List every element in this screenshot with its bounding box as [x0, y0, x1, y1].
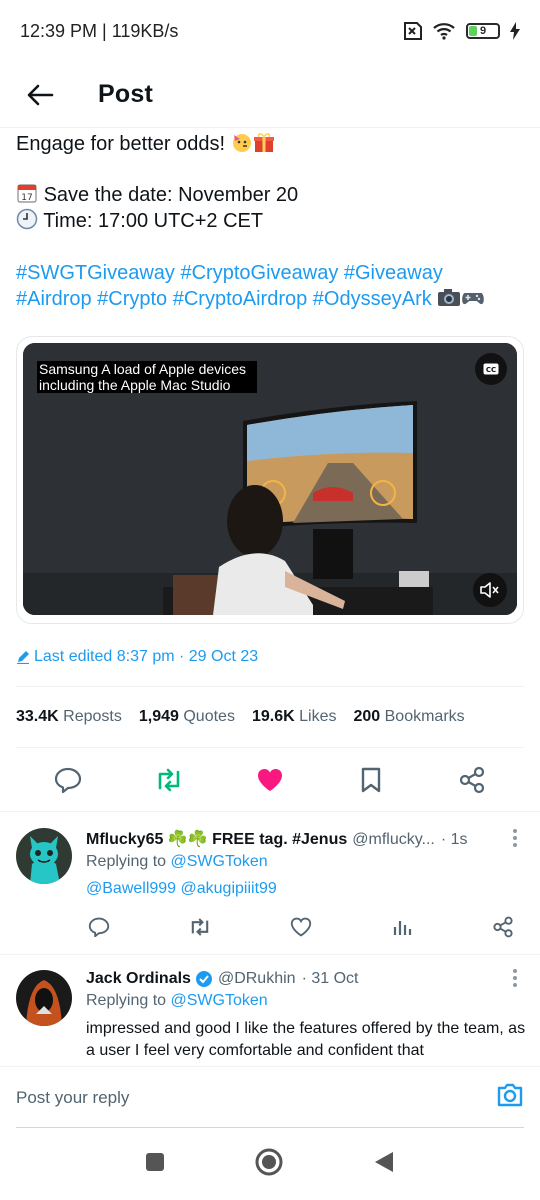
post-line-date: 17 Save the date: November 20 [16, 182, 298, 211]
post-line-odds: Engage for better odds! [16, 131, 275, 160]
reply-button[interactable] [48, 760, 88, 800]
reply-text: impressed and good I like the features o… [86, 1020, 526, 1059]
like-button[interactable] [250, 760, 290, 800]
party-face-icon [231, 131, 253, 160]
wifi-icon [432, 22, 456, 40]
replying-to-handle[interactable]: @SWGToken [171, 853, 268, 870]
reply-composer[interactable]: Post your reply [0, 1066, 540, 1128]
battery-icon: 9 [466, 23, 500, 39]
author-handle: @DRukhin [217, 970, 296, 987]
svg-text:17: 17 [21, 193, 32, 203]
arrow-left-icon [27, 84, 54, 105]
last-edited-link[interactable]: Last edited 8:37 pm · 29 Oct 23 [16, 648, 258, 666]
avatar-image [16, 970, 72, 1026]
more-vertical-icon [513, 969, 517, 987]
camera-emoji-icon [437, 286, 461, 315]
gift-icon [253, 131, 275, 160]
charging-icon [510, 22, 520, 40]
author-name[interactable]: Jack Ordinals [86, 969, 191, 989]
avatar[interactable] [16, 828, 72, 884]
stat-reposts[interactable]: 33.4K Reposts [16, 708, 122, 726]
reply-views-button[interactable] [389, 914, 415, 940]
heart-filled-icon [257, 768, 282, 791]
share-icon [459, 766, 484, 793]
hashtags: #SWGTGiveaway #CryptoGiveaway #Giveaway … [16, 260, 524, 315]
system-icons: 9 [400, 22, 520, 40]
pencil-icon [17, 651, 29, 664]
home-button[interactable] [254, 1147, 284, 1182]
avatar-image [16, 828, 72, 884]
battery-level: 9 [479, 25, 487, 37]
repost-button[interactable] [149, 760, 189, 800]
share-icon [493, 916, 513, 938]
video-caption: Samsung A load of Apple devices includin… [37, 361, 257, 393]
reply-header: Jack Ordinals @DRukhin · 31 Oct [86, 969, 524, 989]
video-player[interactable]: Samsung A load of Apple devices includin… [23, 343, 517, 615]
triangle-back-icon [375, 1151, 394, 1172]
reply-item[interactable]: Mflucky65 ☘️☘️ FREE tag. #Jenus @mflucky… [0, 812, 540, 954]
clock-icon [16, 208, 38, 237]
back-button[interactable] [22, 77, 58, 113]
game-controller-icon [461, 286, 485, 315]
cc-icon: CC [483, 363, 499, 375]
share-button[interactable] [452, 760, 492, 800]
engagement-stats: 33.4K Reposts 1,949 Quotes 19.6K Likes 2… [16, 686, 524, 748]
hashtag-line-2[interactable]: #Airdrop #Crypto #CryptoAirdrop #Odyssey… [16, 288, 432, 310]
mute-button[interactable] [473, 573, 507, 607]
reply-input[interactable]: Post your reply [16, 1088, 496, 1108]
replying-to-handle[interactable]: @SWGToken [171, 992, 268, 1009]
stat-likes[interactable]: 19.6K Likes [252, 708, 337, 726]
status-time: 12:39 PM | 119KB/s [20, 20, 179, 41]
closed-captions-button[interactable]: CC [475, 353, 507, 385]
author-handle: @mflucky... [352, 831, 435, 848]
replying-to: Replying to @SWGToken [86, 992, 268, 1009]
reply-repost-button[interactable] [187, 914, 213, 940]
back-nav-button[interactable] [373, 1150, 395, 1179]
heart-icon [290, 917, 312, 937]
top-app-bar: Post [0, 62, 540, 128]
last-edited-text: Last edited 8:37 pm · 29 Oct 23 [34, 648, 259, 665]
post-line-time: Time: 17:00 UTC+2 CET [16, 208, 263, 237]
reply-mentions[interactable]: @Bawell999 @akugipiiit99 [86, 880, 277, 898]
status-bar: 12:39 PM | 119KB/s 9 [0, 0, 540, 62]
add-photo-button[interactable] [496, 1082, 524, 1113]
calendar-icon: 17 [16, 182, 38, 211]
system-navigation-bar [0, 1128, 540, 1200]
reply-share-button[interactable] [490, 914, 516, 940]
bookmark-icon [361, 767, 380, 792]
reply-like-button[interactable] [288, 914, 314, 940]
svg-text:CC: CC [486, 366, 496, 374]
video-card[interactable]: Samsung A load of Apple devices includin… [16, 336, 524, 624]
stat-quotes[interactable]: 1,949 Quotes [139, 708, 235, 726]
hashtag-line-1[interactable]: #SWGTGiveaway #CryptoGiveaway #Giveaway [16, 260, 524, 286]
replying-to: Replying to @SWGToken [86, 853, 268, 870]
bookmark-button[interactable] [351, 760, 391, 800]
comment-icon [55, 767, 82, 793]
square-icon [145, 1152, 164, 1171]
sim-off-icon [400, 22, 422, 40]
repost-icon [158, 768, 180, 791]
comment-icon [88, 917, 110, 937]
more-vertical-icon [513, 829, 517, 847]
avatar[interactable] [16, 970, 72, 1026]
circle-icon [255, 1148, 283, 1175]
reply-comment-button[interactable] [86, 914, 112, 940]
repost-icon [191, 918, 209, 936]
stat-bookmarks[interactable]: 200 Bookmarks [353, 708, 464, 726]
reply-item[interactable]: Jack Ordinals @DRukhin · 31 Oct Replying… [0, 954, 540, 1066]
page-title: Post [98, 80, 153, 108]
recents-button[interactable] [145, 1152, 165, 1177]
volume-muted-icon [480, 582, 499, 598]
author-name[interactable]: Mflucky65 ☘️☘️ FREE tag. #Jenus [86, 830, 347, 850]
more-options-button[interactable] [512, 968, 518, 993]
reply-header: Mflucky65 ☘️☘️ FREE tag. #Jenus @mflucky… [86, 830, 524, 850]
more-options-button[interactable] [512, 828, 518, 853]
camera-icon [497, 1083, 523, 1107]
analytics-icon [393, 921, 412, 935]
reply-time: · 31 Oct [301, 970, 359, 987]
post-actions [0, 748, 540, 812]
verified-badge-icon [195, 971, 212, 987]
reply-actions [86, 914, 516, 940]
reply-time: · 1s [440, 831, 468, 848]
